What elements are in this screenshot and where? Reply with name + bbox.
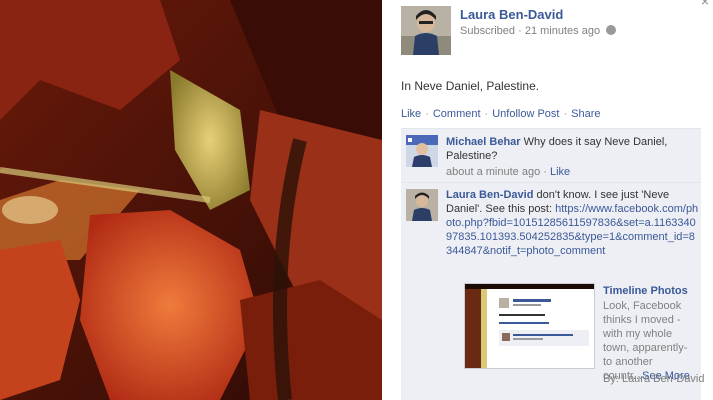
commenter-avatar[interactable] xyxy=(406,135,438,167)
owner-avatar[interactable] xyxy=(401,6,451,55)
close-icon[interactable]: × xyxy=(697,0,713,8)
comment-author[interactable]: Michael Behar xyxy=(446,136,521,148)
comment-meta: about a minute ago · Like xyxy=(446,166,571,178)
comment-time[interactable]: about a minute ago xyxy=(446,166,540,178)
attachment-thumbnail[interactable] xyxy=(464,283,595,369)
share-link[interactable]: Share xyxy=(571,108,600,120)
commenter-avatar[interactable] xyxy=(406,189,438,221)
like-link[interactable]: Like xyxy=(401,108,421,120)
comment-text: Michael Behar Why does it say Neve Danie… xyxy=(446,136,668,162)
comment-like-link[interactable]: Like xyxy=(550,166,570,178)
unfollow-post-link[interactable]: Unfollow Post xyxy=(492,108,559,120)
comment-author[interactable]: Laura Ben-David xyxy=(446,189,533,201)
attachment-author: By: Laura Ben-David xyxy=(603,373,705,385)
comment-link[interactable]: Comment xyxy=(433,108,481,120)
subscribed-label[interactable]: Subscribed xyxy=(460,25,515,37)
globe-icon xyxy=(606,25,617,35)
attachment-description: Look, Facebook thinks I moved -with my w… xyxy=(603,300,690,382)
comments-list: Michael Behar Why does it say Neve Danie… xyxy=(401,128,705,400)
post-meta: Subscribed · 21 minutes ago xyxy=(460,25,617,37)
attachment-title[interactable]: Timeline Photos xyxy=(603,285,688,297)
photo[interactable] xyxy=(0,0,382,400)
post-caption: In Neve Daniel, Palestine. xyxy=(401,79,540,93)
comment-text: Laura Ben-David don't know. I see just '… xyxy=(446,189,699,257)
post-actions: Like · Comment · Unfollow Post · Share xyxy=(401,108,601,120)
post-panel: × Laura Ben-David Subscribed · 21 minute… xyxy=(382,0,713,400)
timestamp[interactable]: 21 minutes ago xyxy=(525,25,600,37)
divider xyxy=(401,182,701,183)
owner-name[interactable]: Laura Ben-David xyxy=(460,7,563,22)
